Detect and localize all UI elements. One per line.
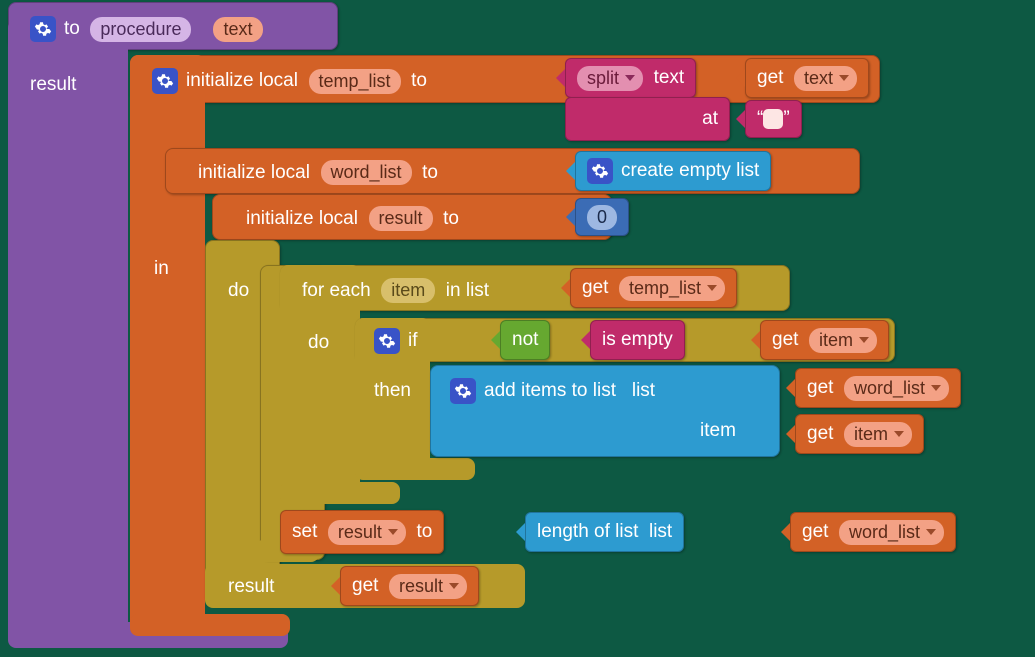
get-item-block-1[interactable]: get item xyxy=(760,320,889,360)
number-literal-block[interactable]: 0 xyxy=(575,198,629,236)
split-at-row: at xyxy=(565,97,730,141)
to-label: to xyxy=(64,18,80,40)
param-name-field[interactable]: text xyxy=(213,17,262,42)
gear-icon[interactable] xyxy=(30,16,56,42)
string-literal-block[interactable]: “ ” xyxy=(745,100,802,138)
var-dropdown-text[interactable]: text xyxy=(794,66,857,91)
do-label-inner: do xyxy=(296,326,341,360)
not-block[interactable]: not xyxy=(500,320,550,360)
gear-icon[interactable] xyxy=(450,378,476,404)
foreach-block[interactable]: for each item in list xyxy=(290,272,501,309)
var-name-result[interactable]: result xyxy=(369,206,433,231)
length-of-list-block[interactable]: length of list list xyxy=(525,512,684,552)
var-dropdown-item[interactable]: item xyxy=(809,328,877,353)
procedure-name-field[interactable]: procedure xyxy=(90,17,191,42)
in-label: in xyxy=(142,252,181,286)
split-mode-dropdown[interactable]: split xyxy=(577,66,643,91)
var-dropdown-result-2[interactable]: result xyxy=(389,574,467,599)
var-name-temp-list[interactable]: temp_list xyxy=(309,69,401,94)
gear-icon[interactable] xyxy=(374,328,400,354)
gear-icon[interactable] xyxy=(587,158,613,184)
loop-var-item[interactable]: item xyxy=(381,278,435,303)
var-dropdown-word-list[interactable]: word_list xyxy=(844,376,949,401)
get-word-list-block-2[interactable]: get word_list xyxy=(790,512,956,552)
add-items-item-label: item xyxy=(700,420,736,442)
add-items-block[interactable]: add items to list list xyxy=(438,372,667,410)
get-word-list-block-1[interactable]: get word_list xyxy=(795,368,961,408)
var-dropdown-item-2[interactable]: item xyxy=(844,422,912,447)
proc-result-label: result xyxy=(18,68,88,102)
gear-icon[interactable] xyxy=(152,68,178,94)
set-result-block[interactable]: set result to xyxy=(280,510,444,554)
init-word-list[interactable]: initialize local word_list to xyxy=(186,154,450,191)
then-label: then xyxy=(362,374,423,408)
init-temp-list[interactable]: initialize local temp_list to xyxy=(140,62,439,100)
is-empty-block[interactable]: is empty xyxy=(590,320,685,360)
init-result[interactable]: initialize local result to xyxy=(234,200,471,237)
string-literal-field[interactable] xyxy=(763,109,783,129)
get-temp-list-block[interactable]: get temp_list xyxy=(570,268,737,308)
create-empty-list-block[interactable]: create empty list xyxy=(575,151,771,191)
get-text-block[interactable]: get text xyxy=(745,58,869,98)
var-name-word-list[interactable]: word_list xyxy=(321,160,412,185)
var-dropdown-temp-list[interactable]: temp_list xyxy=(619,276,725,301)
result-output-label: result xyxy=(216,570,286,604)
get-result-block[interactable]: get result xyxy=(340,566,479,606)
var-dropdown-result[interactable]: result xyxy=(328,520,406,545)
get-item-block-2[interactable]: get item xyxy=(795,414,924,454)
number-field[interactable]: 0 xyxy=(587,205,617,230)
var-dropdown-word-list-2[interactable]: word_list xyxy=(839,520,944,545)
if-block[interactable]: if xyxy=(362,322,430,360)
procedure-header[interactable]: to procedure text xyxy=(18,10,275,48)
split-block[interactable]: split text xyxy=(565,58,696,98)
do-label-outer: do xyxy=(216,274,261,308)
